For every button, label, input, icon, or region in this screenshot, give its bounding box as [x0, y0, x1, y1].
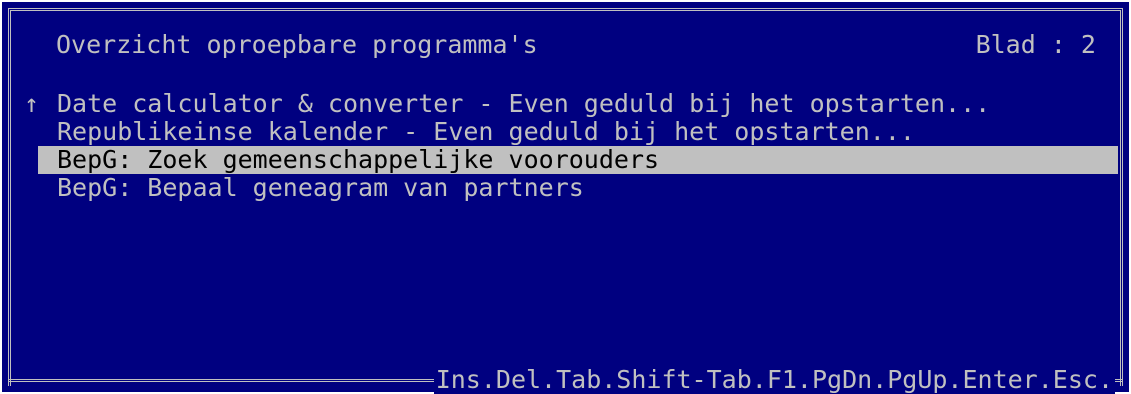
title-bar: Overzicht oproepbare programma's Blad : …: [56, 28, 1096, 62]
page-indicator: Blad : 2: [975, 30, 1096, 59]
program-list-item-partner-geneagram[interactable]: BepG: Bepaal geneagram van partners: [38, 174, 1118, 202]
keyboard-shortcuts-hint: Ins.Del.Tab.Shift-Tab.F1.PgDn.PgUp.Enter…: [433, 365, 1115, 394]
program-list: Date calculator & converter - Even gedul…: [38, 90, 1118, 202]
program-list-item-common-ancestors[interactable]: BepG: Zoek gemeenschappelijke voorouders: [38, 146, 1118, 174]
screen: Overzicht oproepbare programma's Blad : …: [0, 0, 1131, 394]
program-list-item-date-calculator[interactable]: Date calculator & converter - Even gedul…: [38, 90, 1118, 118]
program-overview-window: Overzicht oproepbare programma's Blad : …: [2, 2, 1129, 394]
program-list-item-republican-calendar[interactable]: Republikeinse kalender - Even geduld bij…: [38, 118, 1118, 146]
window-title: Overzicht oproepbare programma's: [56, 30, 538, 59]
scroll-up-arrow-icon[interactable]: ↑: [24, 90, 39, 118]
